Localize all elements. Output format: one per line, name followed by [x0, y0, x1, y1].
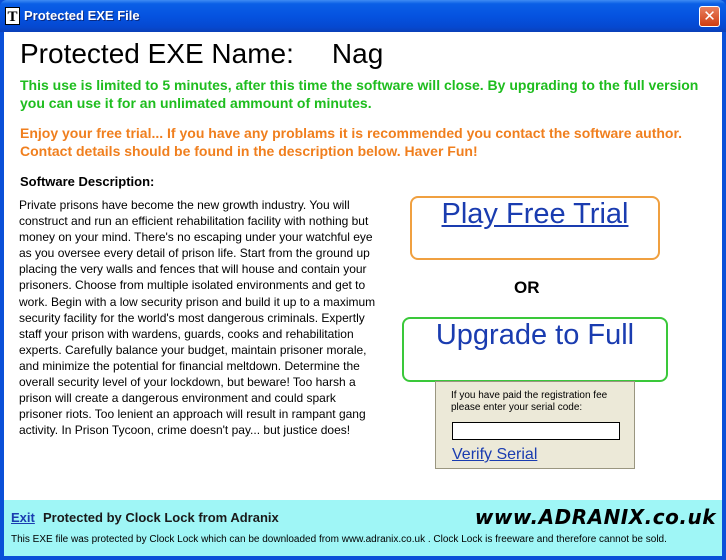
exe-name-value: Nag	[331, 38, 384, 69]
footer: Exit Protected by Clock Lock from Adrani…	[4, 500, 722, 556]
play-free-trial-button[interactable]: Play Free Trial	[410, 196, 660, 260]
adranix-brand: www.ADRANIX.co.uk	[474, 505, 716, 529]
serial-input[interactable]	[452, 422, 620, 440]
verify-serial-link[interactable]: Verify Serial	[452, 446, 537, 464]
limit-message: This use is limited to 5 minutes, after …	[20, 77, 699, 111]
exe-name-label: Protected EXE Name:	[20, 38, 294, 69]
serial-prompt: If you have paid the registration fee pl…	[451, 390, 608, 413]
serial-panel: If you have paid the registration fee pl…	[435, 381, 635, 469]
upgrade-to-full-button[interactable]: Upgrade to Full	[402, 317, 668, 382]
or-label: OR	[514, 278, 540, 297]
window-title: Protected EXE File	[24, 8, 140, 23]
description-text: Private prisons have become the new grow…	[19, 198, 376, 438]
app-icon: T	[5, 7, 20, 25]
title-bar[interactable]: T Protected EXE File ✕	[0, 0, 726, 32]
client-area: Protected EXE Name: Nag This use is limit…	[4, 32, 722, 556]
exit-link[interactable]: Exit	[11, 510, 35, 525]
protected-by-text: Protected by Clock Lock from Adranix	[43, 510, 279, 525]
page-title: Protected EXE Name: Nag	[20, 38, 383, 70]
description-heading: Software Description:	[20, 174, 155, 189]
app-window: T Protected EXE File ✕ Protected EXE Nam…	[0, 0, 726, 560]
footer-note: This EXE file was protected by Clock Loc…	[11, 534, 667, 545]
close-button[interactable]: ✕	[699, 6, 720, 27]
trial-message: Enjoy your free trial... If you have any…	[20, 125, 683, 159]
